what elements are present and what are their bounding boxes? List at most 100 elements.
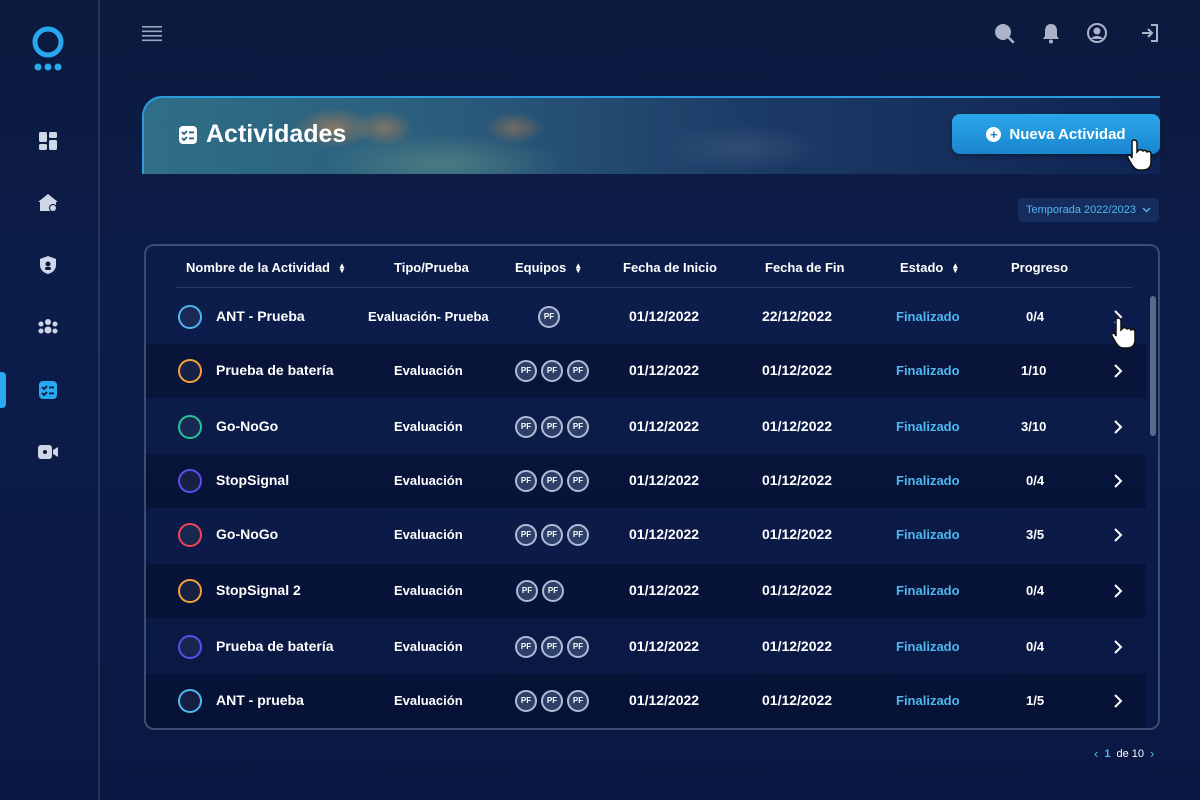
chevron-right-icon[interactable] (1108, 361, 1128, 381)
progress-value: 1/10 (1021, 363, 1047, 378)
activity-name: Go-NoGo (216, 526, 279, 542)
status-dot (178, 689, 202, 713)
activity-type: Evaluación (394, 583, 463, 598)
team-badges: PF (538, 306, 564, 328)
team-badge: PF (567, 416, 589, 438)
chevron-right-icon[interactable] (1108, 581, 1128, 601)
team-badge: PF (515, 524, 537, 546)
table-row[interactable]: Go-NoGo Evaluación PF PF PF 01/12/2022 01/12/2… (146, 508, 1146, 562)
start-date: 01/12/2022 (629, 308, 700, 324)
chevron-right-icon[interactable] (1108, 417, 1128, 437)
table-row[interactable]: Prueba de batería Evaluación PF PF PF 01/12/2… (146, 620, 1146, 674)
chevron-right-icon[interactable] (1108, 691, 1128, 711)
start-date: 01/12/2022 (629, 526, 700, 542)
col-end-label: Fecha de Fin (765, 260, 845, 275)
team-badges: PF PF PF (515, 470, 593, 492)
nav-activities[interactable] (35, 377, 61, 403)
team-badge: PF (541, 470, 563, 492)
end-date: 22/12/2022 (762, 308, 833, 324)
table-row[interactable]: Go-NoGo Evaluación PF PF PF 01/12/2022 01/12/2… (146, 400, 1146, 454)
activities-icon (179, 125, 197, 144)
start-date: 01/12/2022 (629, 692, 700, 708)
end-date: 01/12/2022 (762, 638, 833, 654)
team-badge: PF (541, 360, 563, 382)
activity-type: Evaluación (394, 419, 463, 434)
new-activity-label: Nueva Actividad (1009, 125, 1126, 143)
table-row[interactable]: ANT - prueba Evaluación PF PF PF 01/12/2022 01… (146, 674, 1146, 728)
status-badge: Finalizado (896, 419, 960, 434)
status-dot (178, 415, 202, 439)
end-date: 01/12/2022 (762, 418, 833, 434)
user-icon[interactable] (1086, 22, 1108, 44)
chevron-right-icon[interactable] (1108, 637, 1128, 657)
start-date: 01/12/2022 (629, 582, 700, 598)
status-badge: Finalizado (896, 309, 960, 324)
chevron-right-icon[interactable] (1108, 525, 1128, 545)
season-select[interactable]: Temporada 2022/2023 (1018, 198, 1159, 222)
team-badge: PF (515, 416, 537, 438)
nav-video[interactable] (35, 439, 61, 465)
team-badge: PF (515, 690, 537, 712)
bell-icon[interactable] (1040, 22, 1062, 44)
status-badge: Finalizado (896, 583, 960, 598)
logout-icon[interactable] (1139, 22, 1161, 44)
progress-value: 0/4 (1026, 583, 1045, 598)
col-type: Tipo/Prueba (394, 260, 469, 275)
status-dot (178, 305, 202, 329)
chevron-right-icon[interactable] (1108, 471, 1128, 491)
team-badges: PF PF PF (515, 636, 593, 658)
sort-icon[interactable]: ▲ ▼ (574, 261, 582, 274)
activity-type: Evaluación- Prueba (368, 309, 489, 324)
col-state[interactable]: Estado ▲ ▼ (900, 260, 959, 275)
nav-home[interactable] (35, 190, 61, 216)
sort-icon[interactable]: ▲ ▼ (951, 261, 959, 274)
team-badge: PF (567, 636, 589, 658)
chevron-down-icon (1142, 207, 1151, 213)
nav-dashboard[interactable] (35, 128, 61, 154)
col-progress: Progreso (1011, 260, 1068, 275)
activities-table: Nombre de la Actividad ▲ ▼ Tipo/Prueba Eq… (144, 244, 1160, 730)
prev-page-button[interactable]: ‹ (1094, 746, 1098, 761)
progress-value: 3/10 (1021, 419, 1047, 434)
end-date: 01/12/2022 (762, 582, 833, 598)
team-badge: PF (541, 690, 563, 712)
page-title: Actividades (178, 120, 346, 149)
col-start: Fecha de Inicio (623, 260, 717, 275)
col-start-label: Fecha de Inicio (623, 260, 717, 275)
table-row[interactable]: Prueba de batería Evaluación PF PF PF 01/12/2… (146, 344, 1146, 398)
page-title-text: Actividades (206, 120, 347, 148)
activity-type: Evaluación (394, 693, 463, 708)
hand-cursor-icon (1111, 317, 1136, 349)
menu-icon[interactable] (142, 24, 162, 42)
sort-icon[interactable]: ▲ ▼ (338, 261, 346, 274)
activity-name: Prueba de batería (216, 638, 334, 654)
video-icon (38, 445, 58, 459)
progress-value: 0/4 (1026, 473, 1045, 488)
col-teams-label: Equipos (515, 260, 567, 275)
nav-security[interactable] (35, 252, 61, 278)
start-date: 01/12/2022 (629, 472, 700, 488)
table-row[interactable]: StopSignal 2 Evaluación PF PF 01/12/2022 01/1… (146, 564, 1146, 618)
col-teams[interactable]: Equipos ▲ ▼ (515, 260, 582, 275)
total-pages: 10 (1131, 747, 1144, 760)
search-icon[interactable] (993, 22, 1015, 44)
end-date: 01/12/2022 (762, 362, 833, 378)
team-badges: PF PF PF (515, 416, 593, 438)
current-page: 1 (1104, 747, 1111, 760)
team-badge: PF (567, 690, 589, 712)
activity-type: Evaluación (394, 363, 463, 378)
logo-icon (32, 26, 64, 71)
progress-value: 3/5 (1026, 527, 1045, 542)
col-name-label: Nombre de la Actividad (186, 260, 330, 275)
col-name[interactable]: Nombre de la Actividad ▲ ▼ (186, 260, 346, 275)
col-state-label: Estado (900, 260, 944, 275)
activity-type: Evaluación (394, 639, 463, 654)
scrollbar[interactable] (1150, 296, 1156, 436)
status-badge: Finalizado (896, 693, 960, 708)
nav-teams[interactable] (35, 314, 61, 340)
table-row[interactable]: ANT - Prueba Evaluación- Prueba PF 01/12/20… (146, 290, 1146, 344)
team-badges: PF PF PF (515, 690, 593, 712)
next-page-button[interactable]: › (1150, 746, 1154, 761)
table-row[interactable]: StopSignal Evaluación PF PF PF 01/12/2022 01/1… (146, 454, 1146, 508)
progress-value: 1/5 (1026, 693, 1045, 708)
